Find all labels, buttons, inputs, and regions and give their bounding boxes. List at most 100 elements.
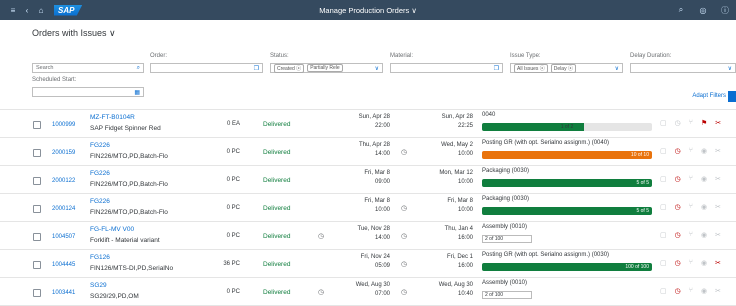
order-number[interactable]: 1000999	[52, 122, 75, 128]
menu-icon[interactable]: ≡	[6, 3, 20, 17]
table-row[interactable]: 2000124 FG226 FIN226/MTO,PD,Batch-Flo 0 PC D…	[0, 194, 736, 222]
copy-icon[interactable]: ▢	[660, 147, 667, 155]
table-row[interactable]: 2000159 FG226 FIN226/MTO,PD,Batch-Flo 0 PC D…	[0, 138, 736, 166]
current-operation[interactable]: Posting GR (with opt. Serialno assignm.)…	[482, 140, 609, 146]
current-operation[interactable]: Assembly (0010)	[482, 224, 527, 230]
scissors-icon[interactable]: ✂	[715, 259, 721, 267]
order-status[interactable]: Delivered	[263, 177, 290, 184]
copy-icon[interactable]: ▢	[660, 287, 667, 295]
issue-type-select[interactable]: All Issues ⓧ Delay ⓧ ∨	[510, 63, 623, 73]
person-icon[interactable]: ⑂	[689, 119, 693, 127]
order-status[interactable]: Delivered	[263, 233, 290, 240]
table-row[interactable]: 1000999 MZ-FT-B0104R SAP Fidget Spinner Re…	[0, 110, 736, 138]
table-row[interactable]: 2000122 FG226 FIN226/MTO,PD,Batch-Flo 0 PC D…	[0, 166, 736, 194]
copy-icon[interactable]: ▢	[660, 259, 667, 267]
search-input[interactable]: Search ⌕	[32, 63, 144, 73]
order-number[interactable]: 1004507	[52, 234, 75, 240]
home-icon[interactable]: ⌂	[34, 3, 48, 17]
calendar-icon[interactable]: ▦	[134, 89, 140, 96]
order-input[interactable]: ❐	[150, 63, 263, 73]
variant-title[interactable]: Orders with Issues ∨	[32, 28, 116, 39]
app-title[interactable]: Manage Production Orders ∨	[0, 6, 736, 15]
search-icon[interactable]: ⌕	[674, 3, 688, 17]
warning-clock-icon[interactable]: ◷	[675, 119, 681, 127]
row-checkbox[interactable]	[33, 289, 41, 297]
order-status[interactable]: Delivered	[263, 261, 290, 268]
search-icon[interactable]: ⌕	[137, 65, 140, 72]
go-button[interactable]	[728, 91, 736, 102]
issue-token[interactable]: Delay ⓧ	[550, 63, 576, 73]
flag-icon[interactable]: ◉	[701, 203, 707, 211]
table-row[interactable]: 1004445 FG126 FIN126/MTS-DI,PD,SerialNo 36 …	[0, 250, 736, 278]
row-checkbox[interactable]	[33, 205, 41, 213]
person-icon[interactable]: ⑂	[689, 203, 693, 211]
scissors-icon[interactable]: ✂	[715, 147, 721, 155]
person-icon[interactable]: ⑂	[689, 231, 693, 239]
flag-icon[interactable]: ◉	[701, 147, 707, 155]
table-row[interactable]: 1003441 SG29 SG29/29,PD,OM 0 PC Delivered ◷ We…	[0, 278, 736, 306]
copy-icon[interactable]: ▢	[660, 175, 667, 183]
order-number[interactable]: 1004445	[52, 262, 75, 268]
flag-icon[interactable]: ⚑	[701, 119, 707, 127]
order-status[interactable]: Delivered	[263, 289, 290, 296]
material-link[interactable]: FG126	[90, 254, 110, 261]
order-number[interactable]: 2000122	[52, 178, 75, 184]
status-token[interactable]: Partially Rele	[307, 64, 343, 72]
row-checkbox[interactable]	[33, 261, 41, 269]
copy-icon[interactable]: ▢	[660, 231, 667, 239]
person-icon[interactable]: ⑂	[689, 259, 693, 267]
material-link[interactable]: FG226	[90, 198, 110, 205]
material-link[interactable]: FG226	[90, 142, 110, 149]
warning-clock-icon[interactable]: ◷	[675, 175, 681, 183]
warning-clock-icon[interactable]: ◷	[675, 259, 681, 267]
current-operation[interactable]: Packaging (0030)	[482, 196, 529, 202]
row-checkbox[interactable]	[33, 177, 41, 185]
current-operation[interactable]: 0040	[482, 112, 495, 118]
material-link[interactable]: FG226	[90, 170, 110, 177]
person-icon[interactable]: ⑂	[689, 287, 693, 295]
scissors-icon[interactable]: ✂	[715, 231, 721, 239]
issue-token[interactable]: All Issues ⓧ	[514, 63, 548, 73]
person-icon[interactable]: ⑂	[689, 147, 693, 155]
warning-clock-icon[interactable]: ◷	[675, 231, 681, 239]
back-icon[interactable]: ‹	[20, 3, 34, 17]
flag-icon[interactable]: ◉	[701, 259, 707, 267]
order-status[interactable]: Delivered	[263, 121, 290, 128]
order-status[interactable]: Delivered	[263, 205, 290, 212]
order-status[interactable]: Delivered	[263, 149, 290, 156]
row-checkbox[interactable]	[33, 121, 41, 129]
scissors-icon[interactable]: ✂	[715, 203, 721, 211]
user-settings-icon[interactable]: ◎	[696, 3, 710, 17]
chevron-down-icon[interactable]: ∨	[375, 65, 379, 72]
scheduled-start-input[interactable]: ▦	[32, 87, 144, 97]
delay-duration-select[interactable]: ∨	[630, 63, 736, 73]
scissors-icon[interactable]: ✂	[715, 175, 721, 183]
person-icon[interactable]: ⑂	[689, 175, 693, 183]
flag-icon[interactable]: ◉	[701, 231, 707, 239]
warning-clock-icon[interactable]: ◷	[675, 147, 681, 155]
current-operation[interactable]: Assembly (0010)	[482, 280, 527, 286]
copy-icon[interactable]: ▢	[660, 119, 667, 127]
current-operation[interactable]: Packaging (0030)	[482, 168, 529, 174]
warning-clock-icon[interactable]: ◷	[675, 287, 681, 295]
adapt-filters-button[interactable]: Adapt Filters	[692, 93, 726, 99]
material-link[interactable]: FG-FL-MV V00	[90, 226, 134, 233]
value-help-icon[interactable]: ❐	[494, 65, 499, 72]
copy-icon[interactable]: ▢	[660, 203, 667, 211]
order-number[interactable]: 2000159	[52, 150, 75, 156]
value-help-icon[interactable]: ❐	[254, 65, 259, 72]
flag-icon[interactable]: ◉	[701, 175, 707, 183]
material-link[interactable]: SG29	[90, 282, 107, 289]
scissors-icon[interactable]: ✂	[715, 119, 721, 127]
material-link[interactable]: MZ-FT-B0104R	[90, 114, 135, 121]
order-number[interactable]: 1003441	[52, 290, 75, 296]
material-input[interactable]: ❐	[390, 63, 503, 73]
chevron-down-icon[interactable]: ∨	[728, 65, 732, 72]
scissors-icon[interactable]: ✂	[715, 287, 721, 295]
row-checkbox[interactable]	[33, 233, 41, 241]
current-operation[interactable]: Posting GR (with opt. Serialno assignm.)…	[482, 252, 609, 258]
chevron-down-icon[interactable]: ∨	[615, 65, 619, 72]
row-checkbox[interactable]	[33, 149, 41, 157]
order-number[interactable]: 2000124	[52, 206, 75, 212]
warning-clock-icon[interactable]: ◷	[675, 203, 681, 211]
